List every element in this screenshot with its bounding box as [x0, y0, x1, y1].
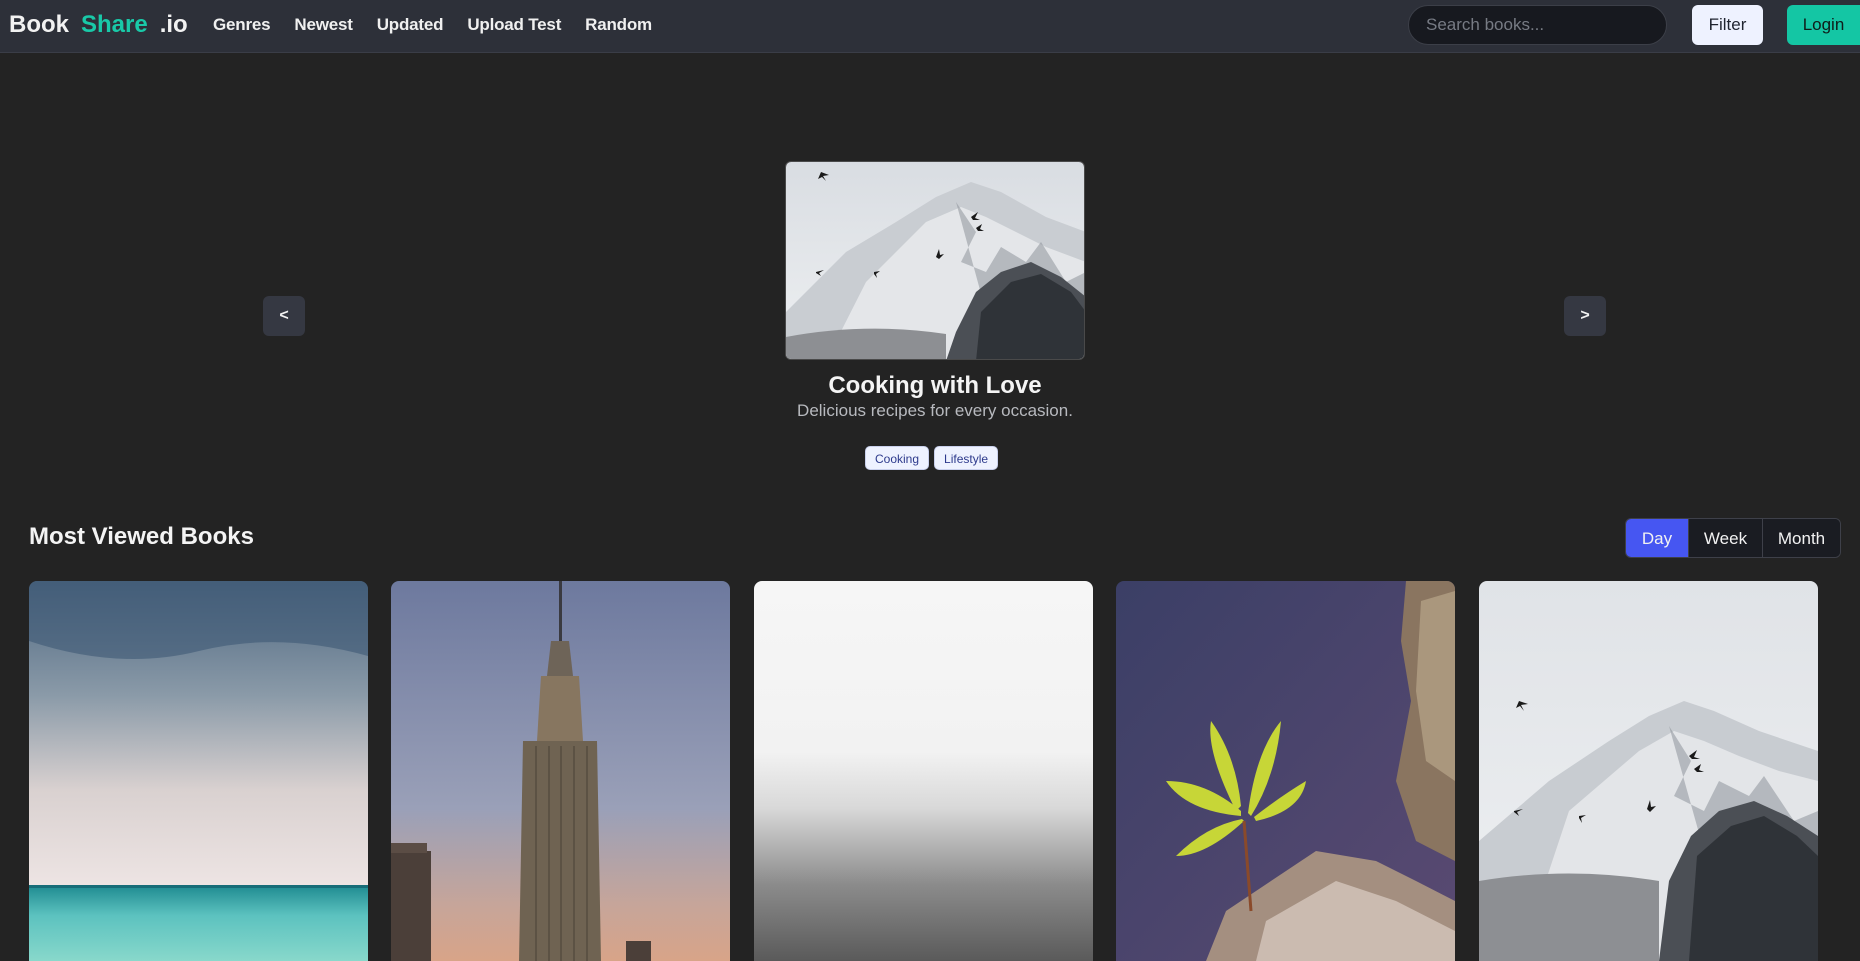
carousel-prev-button[interactable]: <: [263, 296, 305, 336]
carousel-next-button[interactable]: >: [1564, 296, 1606, 336]
brand-part-share: Share: [81, 11, 148, 38]
section-title-most-viewed: Most Viewed Books: [29, 523, 254, 550]
nav-link-upload-test[interactable]: Upload Test: [467, 15, 561, 35]
book-card[interactable]: [391, 581, 730, 961]
plant-on-rock-image: [1116, 581, 1455, 961]
period-month-button[interactable]: Month: [1762, 519, 1840, 557]
login-button[interactable]: Login: [1787, 5, 1860, 45]
period-toggle: Day Week Month: [1625, 518, 1841, 558]
hero-book-cover[interactable]: [785, 161, 1085, 360]
foggy-sea-image: [754, 581, 1093, 961]
period-day-button[interactable]: Day: [1626, 519, 1688, 557]
book-card[interactable]: [29, 581, 368, 961]
hero-tag-list: Cooking Lifestyle: [865, 446, 999, 470]
nav-link-genres[interactable]: Genres: [213, 15, 271, 35]
empire-state-building-image: [391, 581, 730, 961]
period-week-button[interactable]: Week: [1688, 519, 1762, 557]
hero-book-title[interactable]: Cooking with Love: [0, 372, 1860, 400]
cloudy-sea-image: [29, 581, 368, 961]
nav-link-updated[interactable]: Updated: [377, 15, 444, 35]
nav-link-newest[interactable]: Newest: [294, 15, 353, 35]
brand-logo[interactable]: Book Share .io: [9, 11, 188, 39]
brand-part-io: .io: [159, 11, 188, 38]
snowy-mountain-image: [786, 162, 1084, 359]
book-card[interactable]: [1479, 581, 1818, 961]
filter-button[interactable]: Filter: [1692, 5, 1763, 45]
nav-link-random[interactable]: Random: [585, 15, 652, 35]
snowy-mountain-image: [1479, 581, 1818, 961]
main-nav: Genres Newest Updated Upload Test Random: [213, 15, 676, 35]
brand-part-book: Book: [9, 11, 69, 38]
hero-book-description: Delicious recipes for every occasion.: [797, 401, 1073, 420]
search-input[interactable]: [1408, 5, 1667, 45]
book-card[interactable]: [754, 581, 1093, 961]
tag-lifestyle[interactable]: Lifestyle: [934, 446, 999, 470]
book-card[interactable]: [1116, 581, 1455, 961]
top-navbar: Book Share .io Genres Newest Updated Uploa…: [0, 0, 1860, 53]
tag-cooking[interactable]: Cooking: [865, 446, 930, 470]
